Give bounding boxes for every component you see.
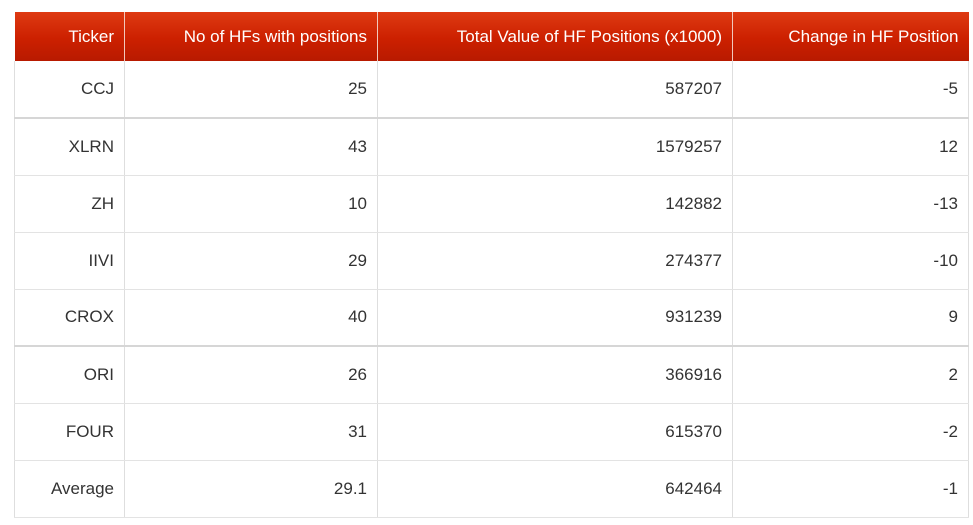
cell-hf-count: 40: [124, 289, 378, 347]
cell-ticker: Average: [14, 460, 125, 518]
table-row: ZH 10 142882 -13: [14, 175, 969, 233]
cell-hf-count: 25: [124, 61, 378, 119]
cell-ticker: ORI: [14, 345, 125, 404]
cell-ticker: CCJ: [14, 61, 125, 119]
cell-hf-count: 43: [124, 117, 378, 176]
cell-total-value: 1579257: [377, 117, 733, 176]
cell-change: -5: [732, 61, 969, 119]
cell-change: 12: [732, 117, 969, 176]
cell-change: -2: [732, 403, 969, 461]
table-row: CROX 40 931239 9: [14, 289, 969, 347]
table-body: CCJ 25 587207 -5 XLRN 43 1579257 12 ZH 1…: [14, 61, 969, 518]
cell-hf-count: 10: [124, 175, 378, 233]
cell-change: -1: [732, 460, 969, 518]
header-change: Change in HF Position: [732, 12, 969, 61]
cell-total-value: 642464: [377, 460, 733, 518]
cell-hf-count: 31: [124, 403, 378, 461]
table-row: IIVI 29 274377 -10: [14, 232, 969, 290]
cell-ticker: IIVI: [14, 232, 125, 290]
cell-hf-count: 29.1: [124, 460, 378, 518]
table-row: ORI 26 366916 2: [14, 345, 969, 404]
cell-ticker: CROX: [14, 289, 125, 347]
header-ticker: Ticker: [14, 12, 125, 61]
header-total-value: Total Value of HF Positions (x1000): [377, 12, 733, 61]
cell-hf-count: 29: [124, 232, 378, 290]
cell-total-value: 931239: [377, 289, 733, 347]
cell-hf-count: 26: [124, 345, 378, 404]
cell-change: -10: [732, 232, 969, 290]
cell-change: 2: [732, 345, 969, 404]
cell-total-value: 366916: [377, 345, 733, 404]
cell-change: 9: [732, 289, 969, 347]
cell-total-value: 615370: [377, 403, 733, 461]
cell-ticker: XLRN: [14, 117, 125, 176]
table-row-average: Average 29.1 642464 -1: [14, 460, 969, 518]
table-header: Ticker No of HFs with positions Total Va…: [14, 12, 969, 61]
header-hf-count: No of HFs with positions: [124, 12, 378, 61]
table-row: CCJ 25 587207 -5: [14, 61, 969, 119]
cell-total-value: 142882: [377, 175, 733, 233]
cell-ticker: FOUR: [14, 403, 125, 461]
table-row: FOUR 31 615370 -2: [14, 403, 969, 461]
cell-total-value: 587207: [377, 61, 733, 119]
header-row: Ticker No of HFs with positions Total Va…: [14, 12, 969, 61]
cell-ticker: ZH: [14, 175, 125, 233]
cell-change: -13: [732, 175, 969, 233]
hedge-fund-positions-table: Ticker No of HFs with positions Total Va…: [14, 12, 969, 518]
cell-total-value: 274377: [377, 232, 733, 290]
hedge-fund-positions-table-container: Ticker No of HFs with positions Total Va…: [14, 12, 969, 518]
table-row: XLRN 43 1579257 12: [14, 117, 969, 176]
